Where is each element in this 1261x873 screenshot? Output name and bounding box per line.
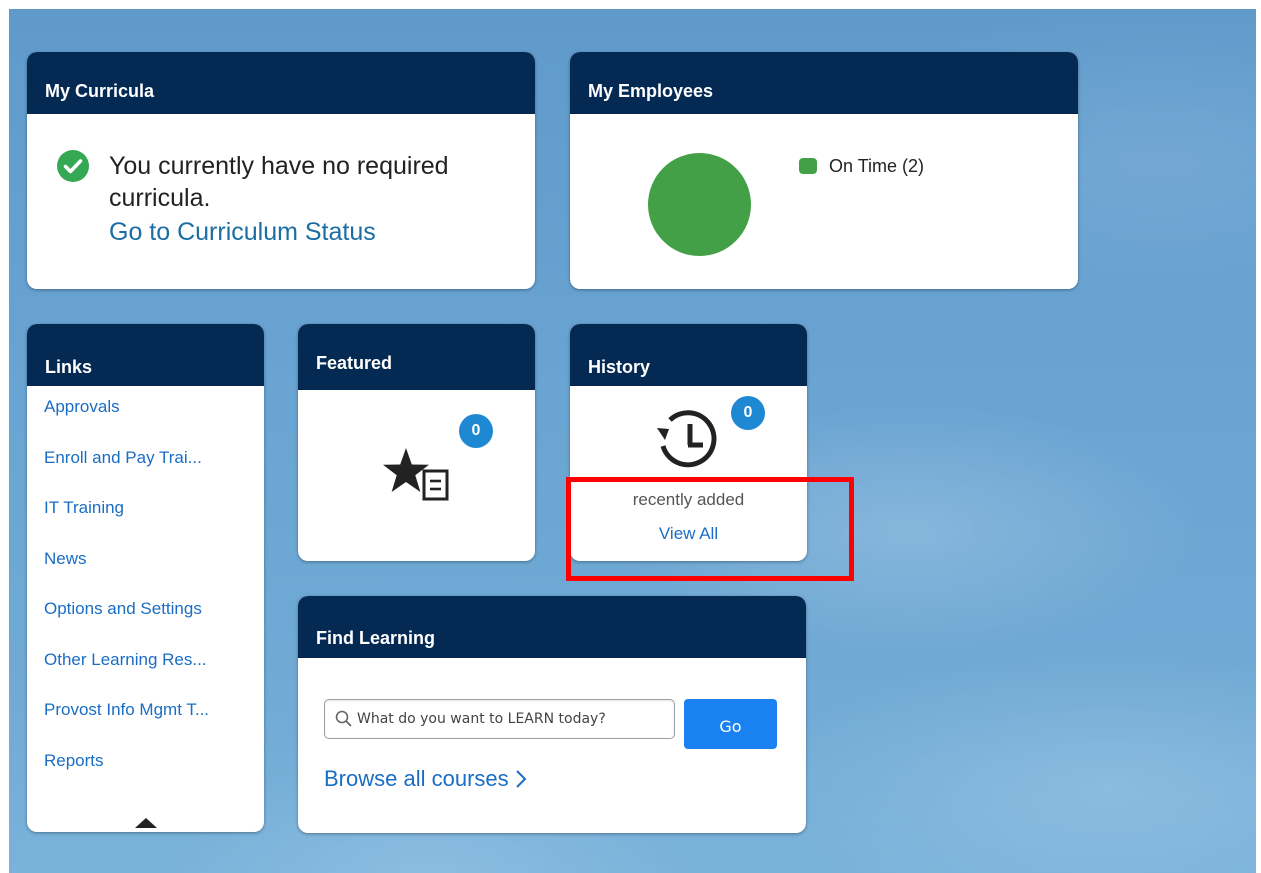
link-options-and-settings[interactable]: Options and Settings <box>44 588 264 639</box>
my-employees-title: My Employees <box>570 52 1078 114</box>
link-it-training[interactable]: IT Training <box>44 487 264 538</box>
go-button[interactable]: Go <box>684 699 777 749</box>
no-curricula-message: You currently have no required curricula… <box>109 152 449 212</box>
link-reports[interactable]: Reports <box>44 740 264 791</box>
featured-title: Featured <box>298 324 535 390</box>
link-news[interactable]: News <box>44 538 264 589</box>
highlight-annotation-box <box>566 477 854 581</box>
search-input[interactable] <box>357 706 667 732</box>
link-approvals[interactable]: Approvals <box>44 386 264 437</box>
history-clock-icon <box>653 404 723 479</box>
my-employees-card: My Employees On Time (2) <box>570 52 1078 289</box>
my-curricula-card: My Curricula You currently have no requi… <box>27 52 535 289</box>
search-box[interactable] <box>324 699 675 739</box>
employees-legend: On Time (2) <box>799 156 924 177</box>
browse-all-courses-label: Browse all courses <box>324 766 509 791</box>
links-list: Approvals Enroll and Pay Trai... IT Trai… <box>27 386 264 790</box>
chevron-right-icon <box>515 766 527 792</box>
browse-all-courses-link[interactable]: Browse all courses <box>324 766 527 792</box>
featured-count-badge: 0 <box>459 414 493 448</box>
link-other-learning-resources[interactable]: Other Learning Res... <box>44 639 264 690</box>
employees-pie-chart[interactable] <box>648 153 751 256</box>
search-icon <box>335 710 353 733</box>
find-learning-title: Find Learning <box>298 596 806 658</box>
on-time-swatch <box>799 158 817 174</box>
on-time-legend-label: On Time (2) <box>829 156 925 176</box>
link-provost-info-mgmt[interactable]: Provost Info Mgmt T... <box>44 689 264 740</box>
links-title: Links <box>27 324 264 386</box>
history-title: History <box>570 324 807 386</box>
find-learning-card: Find Learning Go Browse all courses <box>298 596 806 833</box>
link-enroll-and-pay-training[interactable]: Enroll and Pay Trai... <box>44 437 264 488</box>
my-curricula-title: My Curricula <box>27 52 535 114</box>
triangle-up-icon[interactable] <box>135 818 157 828</box>
featured-card[interactable]: Featured 0 <box>298 324 535 561</box>
curriculum-status-link[interactable]: Go to Curriculum Status <box>109 214 535 250</box>
links-card: Links Approvals Enroll and Pay Trai... I… <box>27 324 264 832</box>
history-count-badge: 0 <box>731 396 765 430</box>
checkmark-icon <box>57 150 89 182</box>
star-document-icon <box>380 436 456 517</box>
